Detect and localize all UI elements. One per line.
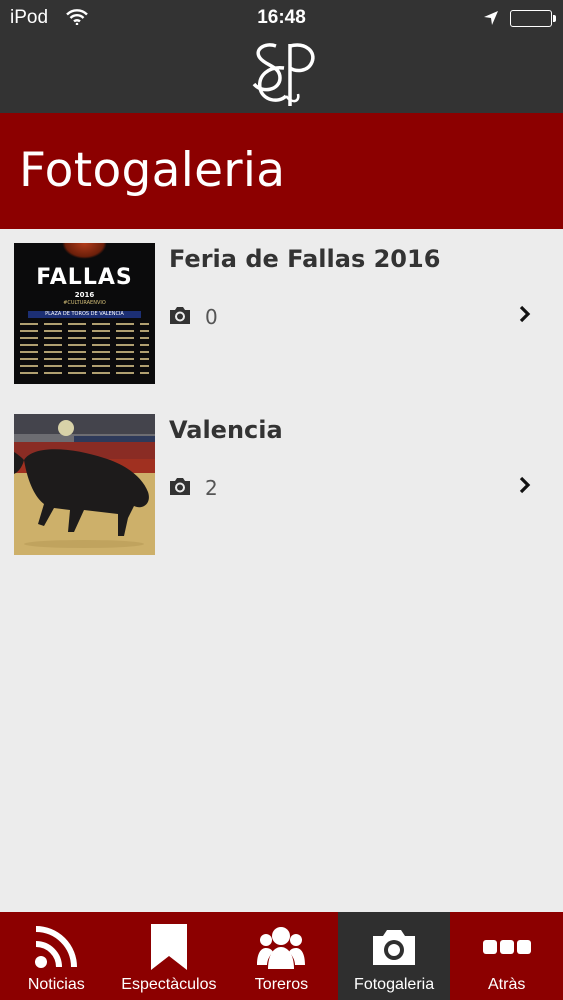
- tab-label: Noticias: [27, 976, 85, 993]
- page-title: Fotogaleria: [19, 143, 286, 198]
- chevron-right-icon[interactable]: [519, 305, 531, 327]
- location-arrow-icon: [483, 10, 499, 30]
- tab-fotogaleria[interactable]: Fotogaleria: [337, 912, 451, 1000]
- poster-crest: [62, 243, 107, 259]
- users-icon: [225, 924, 338, 970]
- chevron-right-icon[interactable]: [519, 476, 531, 498]
- gallery-item-feria-de-fallas[interactable]: FALLAS 2016 #CULTURAENVIO PLAZA DE TOROS…: [0, 229, 563, 400]
- status-bar: iPod 16:48: [0, 0, 563, 36]
- photo-count: 2: [205, 476, 218, 500]
- gallery-list: FALLAS 2016 #CULTURAENVIO PLAZA DE TOROS…: [0, 229, 563, 571]
- tab-noticias[interactable]: Noticias: [0, 912, 113, 1000]
- poster-band: PLAZA DE TOROS DE VALENCIA: [28, 311, 141, 318]
- tab-bar: Noticias Espectàculos Toreros Fotogaleri…: [0, 912, 563, 1000]
- rss-icon: [0, 924, 113, 970]
- poster-band-text: PLAZA DE TOROS DE VALENCIA: [45, 311, 124, 317]
- poster-title: FALLAS: [36, 265, 133, 290]
- bull-photo-image: [14, 414, 155, 555]
- tab-label: Espectàculos: [121, 976, 217, 993]
- title-bar: Fotogaleria: [0, 113, 563, 229]
- bookmark-icon: [113, 924, 226, 970]
- gallery-item-valencia[interactable]: Valencia 2: [0, 400, 563, 571]
- tab-label: Atràs: [488, 976, 526, 993]
- tab-label: Fotogaleria: [354, 976, 435, 993]
- tab-espectaculos[interactable]: Espectàculos: [113, 912, 226, 1000]
- camera-icon: [168, 305, 192, 329]
- gallery-thumbnail: [14, 414, 155, 555]
- tab-toreros[interactable]: Toreros: [225, 912, 338, 1000]
- status-time: 16:48: [257, 7, 306, 28]
- tab-atras[interactable]: Atràs: [450, 912, 563, 1000]
- photo-count: 0: [205, 305, 218, 329]
- gallery-title: Feria de Fallas 2016: [169, 245, 441, 273]
- camera-icon: [168, 476, 192, 500]
- battery-icon: [510, 10, 556, 27]
- tab-label: Toreros: [254, 976, 309, 993]
- poster-tag: #CULTURAENVIO: [63, 300, 106, 306]
- fallas-poster-image: FALLAS 2016 #CULTURAENVIO PLAZA DE TOROS…: [14, 243, 155, 384]
- brand-logo: [246, 38, 318, 114]
- gallery-title: Valencia: [169, 416, 283, 444]
- gallery-thumbnail: FALLAS 2016 #CULTURAENVIO PLAZA DE TOROS…: [14, 243, 155, 384]
- poster-year: 2016: [74, 291, 95, 299]
- poster-text-lines: [20, 323, 149, 379]
- app-header: iPod 16:48: [0, 0, 563, 113]
- more-icon: [450, 924, 563, 970]
- camera-icon: [338, 924, 451, 970]
